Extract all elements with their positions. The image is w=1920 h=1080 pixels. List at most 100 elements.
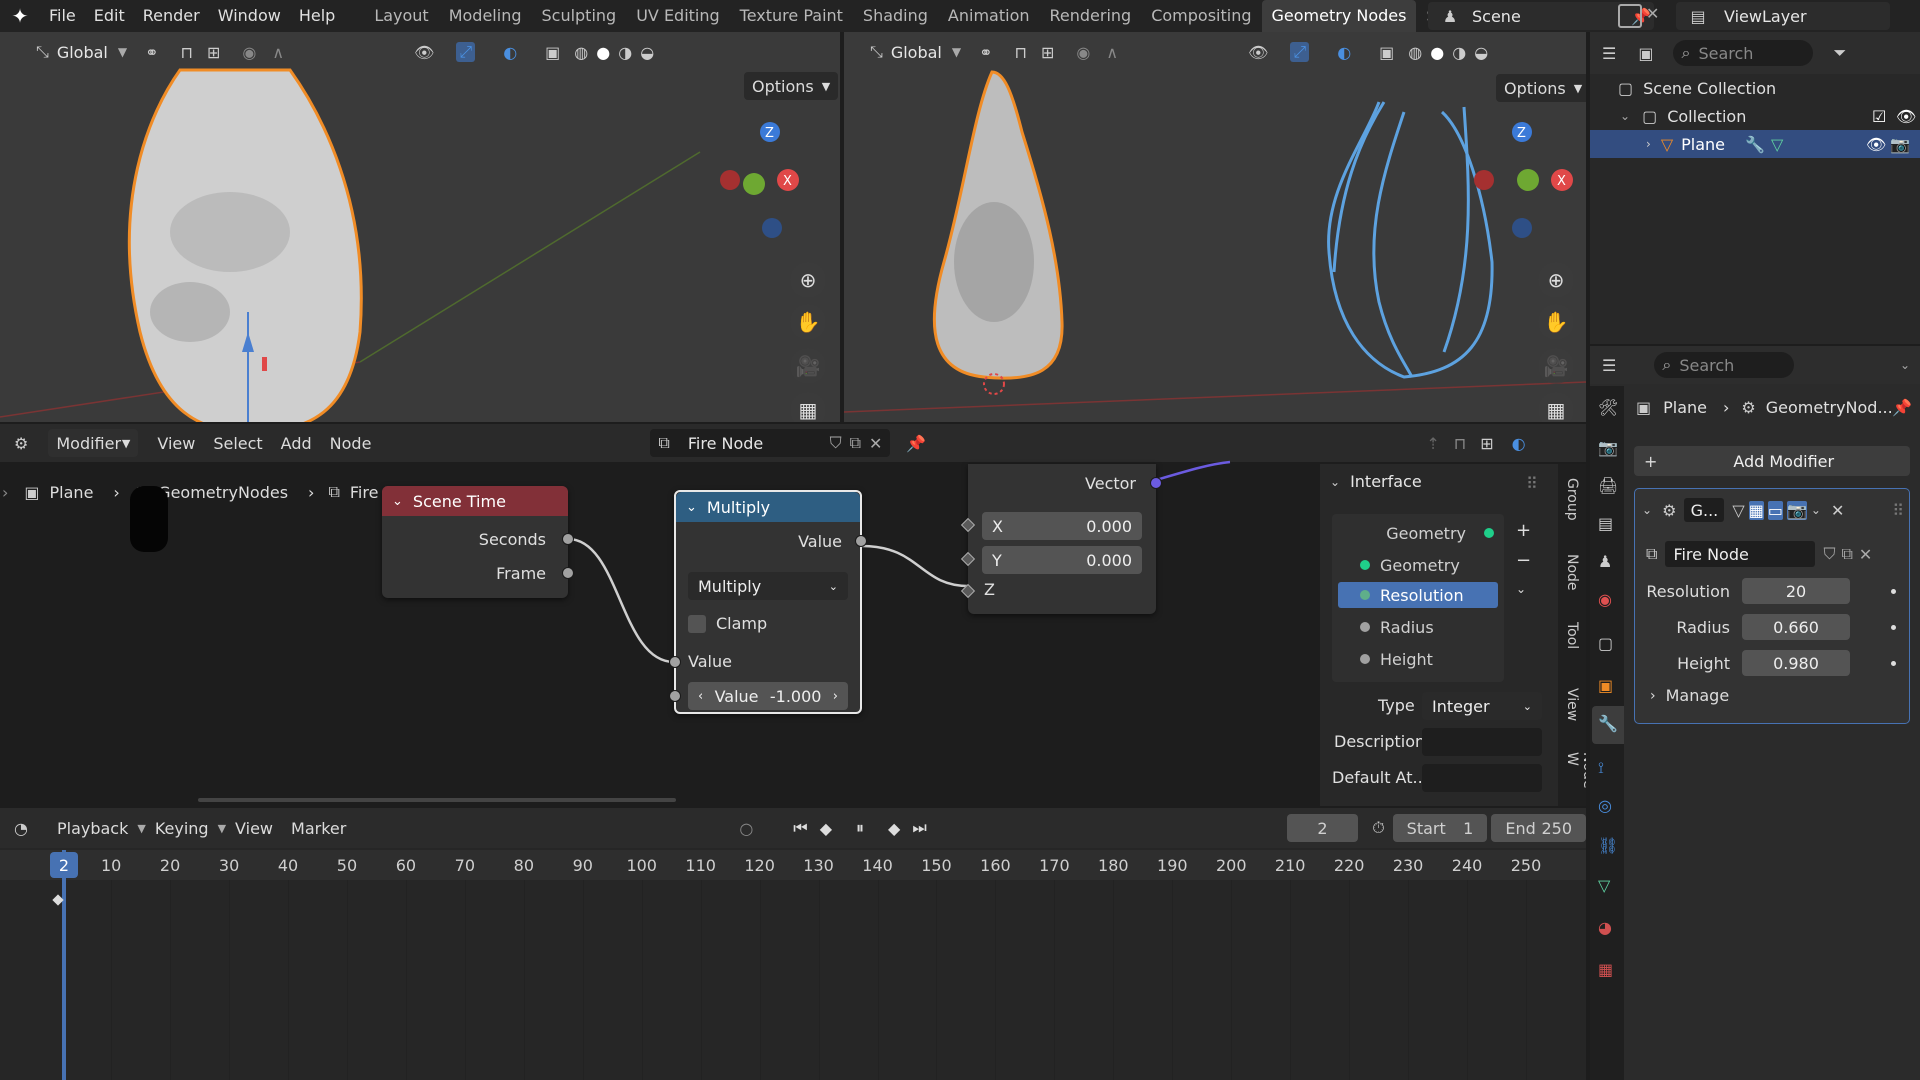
- start-frame-field[interactable]: Start 1: [1392, 814, 1488, 842]
- pan-hand-icon[interactable]: ✋: [790, 304, 826, 340]
- tool-tab-icon[interactable]: 🛠: [1598, 398, 1618, 417]
- material-tab-icon[interactable]: ◕: [1598, 918, 1612, 937]
- solid-shading-icon[interactable]: ●: [1430, 43, 1444, 62]
- description-field[interactable]: [1422, 728, 1542, 756]
- menu-marker[interactable]: Marker: [282, 819, 355, 838]
- output-tab-icon[interactable]: 🖨: [1598, 476, 1618, 495]
- camera-icon[interactable]: 🎥: [790, 348, 826, 384]
- value-input-socket[interactable]: [669, 656, 681, 668]
- rendered-shading-icon[interactable]: ◒: [1474, 43, 1488, 62]
- eye-icon[interactable]: 👁: [1896, 107, 1916, 126]
- value-output-socket[interactable]: [855, 535, 867, 547]
- interface-item-height[interactable]: Height: [1332, 646, 1504, 672]
- combine-xyz-node[interactable]: Vector X 0.000 Y 0.000 Z: [960, 464, 1162, 614]
- decrement-icon[interactable]: ‹: [698, 689, 703, 704]
- close-icon[interactable]: ✕: [1831, 501, 1844, 520]
- view-layer-tab-icon[interactable]: ▤: [1598, 514, 1613, 533]
- snap-icon[interactable]: ⊓: [181, 43, 193, 62]
- blender-logo-icon[interactable]: ✦: [0, 0, 40, 32]
- keyframe-dot-icon[interactable]: [1891, 660, 1896, 666]
- overlay-toggle-icon[interactable]: ◐: [503, 43, 517, 62]
- transform-icon[interactable]: ⤡: [36, 42, 49, 62]
- workspace-tab-animation[interactable]: Animation: [938, 0, 1040, 32]
- value2-input-socket[interactable]: [669, 690, 681, 702]
- render-tab-icon[interactable]: 📷: [1598, 438, 1618, 457]
- timeline[interactable]: ◔ Playback ▼ Keying ▼ View Marker ○ ⏮ ◆ …: [0, 808, 1587, 1080]
- wireframe-shading-icon[interactable]: ◍: [574, 43, 588, 62]
- tab-view[interactable]: View: [1564, 688, 1580, 721]
- zoom-icon[interactable]: ⊕: [790, 262, 826, 298]
- wireframe-shading-icon[interactable]: ◍: [1408, 43, 1422, 62]
- workspace-tab-geometry-nodes[interactable]: Geometry Nodes: [1261, 0, 1417, 32]
- tab-group[interactable]: Group: [1564, 478, 1580, 521]
- workspace-tab-texture-paint[interactable]: Texture Paint: [730, 0, 853, 32]
- duplicate-icon[interactable]: ⧉: [1841, 544, 1852, 564]
- multiply-node[interactable]: ⌄ Multiply Value Multiply ⌄ Clamp Value …: [669, 490, 867, 714]
- transform-icon[interactable]: ⤡: [870, 42, 883, 62]
- material-shading-icon[interactable]: ◑: [618, 43, 632, 62]
- menu-render[interactable]: Render: [134, 0, 209, 32]
- node-group-selector[interactable]: ⧉ Fire Node ⛉ ⧉ ✕: [1646, 540, 1902, 568]
- add-modifier-button[interactable]: + Add Modifier: [1634, 446, 1910, 476]
- orientation-dropdown[interactable]: Global: [57, 43, 108, 62]
- node-editor-scrollbar[interactable]: [198, 798, 676, 802]
- drag-handle-icon[interactable]: ⠿: [1892, 501, 1904, 520]
- playhead-frame-badge[interactable]: 2: [50, 852, 78, 878]
- workspace-tab-uv-editing[interactable]: UV Editing: [626, 0, 729, 32]
- node-editor[interactable]: ⚙ Modifier ▼ View Select Add Node ⧉ Fire…: [0, 424, 1586, 806]
- multiply-node-header[interactable]: ⌄ Multiply: [676, 492, 860, 522]
- zoom-icon[interactable]: ⊕: [1538, 262, 1574, 298]
- gizmo-toggle-icon[interactable]: ⤢: [456, 42, 476, 62]
- radius-field[interactable]: 0.660: [1742, 614, 1850, 640]
- interface-item-geometry-output[interactable]: Geometry: [1332, 520, 1504, 546]
- world-tab-icon[interactable]: ◉: [1598, 590, 1612, 609]
- menu-file[interactable]: File: [40, 0, 85, 32]
- chevron-down-icon[interactable]: ⌄: [392, 494, 403, 509]
- overlay-toggle-icon[interactable]: ◐: [1337, 43, 1351, 62]
- checkbox-icon[interactable]: ☑: [1872, 107, 1886, 126]
- chevron-down-icon[interactable]: ⌄: [1620, 109, 1630, 123]
- remove-item-icon[interactable]: −: [1516, 550, 1531, 571]
- collection-tab-icon[interactable]: ▢: [1598, 634, 1613, 653]
- y-number-field[interactable]: Y 0.000: [982, 546, 1142, 574]
- eye-icon[interactable]: 👁: [1866, 135, 1886, 154]
- render-toggle-icon[interactable]: 📷: [1786, 500, 1807, 520]
- menu-view[interactable]: View: [226, 819, 282, 838]
- jump-end-icon[interactable]: ⏭: [912, 818, 926, 838]
- workspace-tab-layout[interactable]: Layout: [364, 0, 438, 32]
- manage-subpanel[interactable]: › Manage: [1650, 686, 1729, 705]
- interface-item-radius[interactable]: Radius: [1332, 614, 1504, 640]
- filter-icon[interactable]: ⏷: [1833, 43, 1846, 63]
- visibility-icon[interactable]: 👁: [414, 43, 434, 62]
- pin-icon[interactable]: 📌: [1892, 398, 1912, 417]
- particles-tab-icon[interactable]: ⟟: [1598, 758, 1604, 778]
- jump-start-icon[interactable]: ⏮: [793, 818, 807, 838]
- snap-target-icon[interactable]: ⊞: [1041, 43, 1054, 62]
- clamp-checkbox[interactable]: Clamp: [688, 614, 767, 633]
- viewport-display-icon[interactable]: ▭: [1767, 500, 1783, 520]
- outliner-row-scene-collection[interactable]: ▢ Scene Collection: [1618, 74, 1776, 102]
- falloff-icon[interactable]: ∧: [1106, 43, 1118, 62]
- increment-icon[interactable]: ›: [833, 689, 838, 704]
- chevron-right-icon[interactable]: ›: [1646, 137, 1651, 151]
- snap-icon[interactable]: ⊓: [1015, 43, 1027, 62]
- rendered-shading-icon[interactable]: ◒: [640, 43, 654, 62]
- fake-user-shield-icon[interactable]: ⛉: [1823, 544, 1835, 564]
- orientation-dropdown[interactable]: Global: [891, 43, 942, 62]
- options-button[interactable]: Options ▼: [744, 72, 839, 100]
- outliner-row-plane[interactable]: › ▽ Plane 🔧 ▽ 👁 📷: [1590, 130, 1920, 158]
- tab-node[interactable]: Node: [1564, 554, 1580, 591]
- jump-keyframe-forward-icon[interactable]: ◆: [888, 819, 900, 838]
- perspective-grid-icon[interactable]: ▦: [790, 392, 826, 422]
- value-number-field[interactable]: ‹ Value -1.000 ›: [688, 682, 848, 710]
- menu-window[interactable]: Window: [209, 0, 290, 32]
- type-dropdown[interactable]: Integer ⌄: [1422, 692, 1542, 720]
- scene-tab-icon[interactable]: ♟: [1598, 552, 1612, 571]
- menu-keying[interactable]: Keying: [146, 819, 218, 838]
- timeline-area[interactable]: [0, 848, 1586, 1080]
- close-icon[interactable]: ✕: [1859, 545, 1872, 564]
- outliner-row-collection[interactable]: ⌄ ▢ Collection ☑ 👁 📷: [1620, 102, 1920, 130]
- viewport-right[interactable]: Z X ⤡ Global ▼ ⚭ ⊓ ⊞ ◉ ∧ 👁 ⤢ ◐ ▣ ◍ ● ◑ ◒…: [844, 32, 1586, 422]
- properties-search[interactable]: ⌕ Search: [1654, 352, 1795, 378]
- menu-help[interactable]: Help: [290, 0, 344, 32]
